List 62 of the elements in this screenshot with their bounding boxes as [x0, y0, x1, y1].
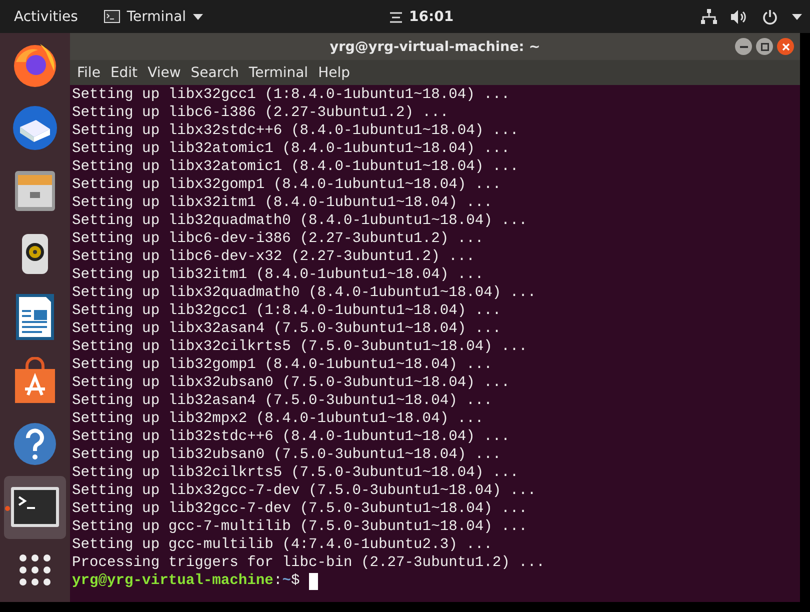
minimize-button[interactable]	[735, 38, 752, 55]
output-line: Setting up lib32gcc1 (1:8.4.0-1ubuntu1~18.04) ...	[72, 302, 502, 320]
caret-icon	[193, 14, 204, 20]
output-line: Setting up libx32quadmath0 (8.4.0-1ubuntu1~18.04) ...	[72, 284, 536, 302]
output-line: Setting up libc6-dev-i386 (2.27-3ubuntu1.2) ...	[72, 230, 484, 248]
volume-icon[interactable]	[731, 8, 748, 24]
menu-item[interactable]: File	[72, 62, 106, 82]
document-icon	[13, 292, 57, 342]
prompt-user-host: yrg@yrg-virtual-machine	[72, 572, 274, 590]
output-line: Setting up libx32gcc1 (1:8.4.0-1ubuntu1~18.04) ...	[72, 86, 510, 104]
terminal-icon	[104, 10, 120, 23]
maximize-icon	[760, 42, 768, 50]
output-line: Setting up gcc-multilib (4:7.4.0-1ubuntu2.3) ...	[72, 536, 492, 554]
notification-icon	[390, 12, 402, 22]
output-line: Setting up lib32asan4 (7.5.0-3ubuntu1~18.04) ...	[72, 392, 492, 410]
menu-item[interactable]: Edit	[105, 62, 143, 82]
output-line: Setting up libx32stdc++6 (8.4.0-1ubuntu1~18.04) ...	[72, 122, 519, 140]
output-line: Setting up libx32itm1 (8.4.0-1ubuntu1~18.04) ...	[72, 194, 492, 212]
output-line: Setting up libx32ubsan0 (7.5.0-3ubuntu1~18.04) ...	[72, 374, 510, 392]
output-line: Setting up lib32ubsan0 (7.5.0-3ubuntu1~18.04) ...	[72, 446, 502, 464]
minimize-icon	[740, 46, 748, 48]
text-cursor	[308, 572, 318, 590]
output-line: Setting up libx32atomic1 (8.4.0-1ubuntu1~18.04) ...	[72, 158, 519, 176]
menu-item[interactable]: View	[142, 62, 186, 82]
power-icon[interactable]	[762, 8, 778, 24]
running-dot	[5, 506, 10, 511]
output-line: Setting up lib32mpx2 (8.4.0-1ubuntu1~18.04) ...	[72, 410, 484, 428]
dock-item[interactable]	[4, 476, 66, 539]
output-line: Setting up lib32atomic1 (8.4.0-1ubuntu1~18.04) ...	[72, 140, 510, 158]
close-icon	[782, 42, 790, 50]
maximize-button[interactable]	[756, 38, 773, 55]
network-icon[interactable]	[701, 8, 717, 24]
output-line: Setting up libx32gomp1 (8.4.0-1ubuntu1~18.04) ...	[72, 176, 502, 194]
app-menu-button[interactable]: Terminal	[96, 6, 212, 26]
app-grid-icon	[18, 553, 52, 588]
output-line: Setting up lib32gomp1 (8.4.0-1ubuntu1~18.04) ...	[72, 356, 492, 374]
output-line: Setting up libc6-dev-x32 (2.27-3ubuntu1.2) ...	[72, 248, 475, 266]
prompt-separator: :	[273, 572, 282, 590]
prompt-symbol: $	[290, 572, 300, 590]
shopping-bag-icon	[12, 356, 58, 405]
output-line: Setting up libc6-i386 (2.27-3ubuntu1.2) ...	[72, 104, 449, 122]
output-line: Setting up libx32asan4 (7.5.0-3ubuntu1~18.04) ...	[72, 320, 502, 338]
menu-item[interactable]: Help	[313, 62, 355, 82]
prompt-path: ~	[282, 572, 291, 590]
output-line: Processing triggers for libc-bin (2.27-3ubuntu1.2) ...	[72, 554, 545, 572]
output-line: Setting up lib32stdc++6 (8.4.0-1ubuntu1~18.04) ...	[72, 428, 510, 446]
terminal-icon	[10, 486, 60, 528]
close-button[interactable]	[777, 38, 794, 55]
output-line: Setting up lib32gcc-7-dev (7.5.0-3ubuntu1~18.04) ...	[72, 500, 528, 518]
caret-icon[interactable]	[792, 14, 802, 20]
output-line: Setting up libx32cilkrts5 (7.5.0-3ubuntu1~18.04) ...	[72, 338, 528, 356]
activities-button[interactable]: Activities	[6, 6, 86, 26]
menu-item[interactable]: Terminal	[244, 62, 314, 82]
output-line: Setting up lib32cilkrts5 (7.5.0-3ubuntu1~18.04) ...	[72, 464, 519, 482]
output-line: Setting up lib32quadmath0 (8.4.0-1ubuntu1~18.04) ...	[72, 212, 528, 230]
output-line: Setting up lib32itm1 (8.4.0-1ubuntu1~18.04) ...	[72, 266, 484, 284]
menu-item[interactable]: Search	[186, 62, 244, 82]
help-icon	[12, 420, 58, 467]
clock-button[interactable]: 16:01	[382, 7, 462, 27]
window-title: yrg@yrg-virtual-machine: ~	[330, 38, 540, 54]
output-line: Setting up libx32gcc-7-dev (7.5.0-3ubuntu1~18.04) ...	[72, 482, 536, 500]
output-line: Setting up gcc-7-multilib (7.5.0-3ubuntu1~18.04) ...	[72, 518, 528, 536]
